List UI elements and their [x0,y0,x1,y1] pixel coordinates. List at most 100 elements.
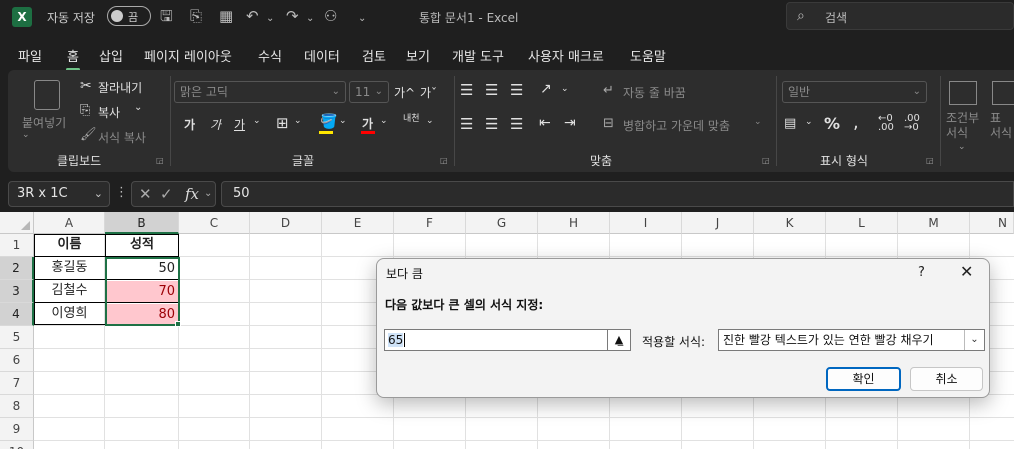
column-header[interactable]: C [179,212,250,234]
format-as-table-icon[interactable] [992,81,1014,105]
column-header[interactable]: N [970,212,1014,234]
align-bottom-icon[interactable]: ☰ [510,81,523,99]
font-size-dropdown[interactable]: 11 ⌄ [349,81,389,103]
cell-b1[interactable]: 성적 [105,234,179,257]
table-icon[interactable]: ▦ [219,7,233,25]
font-name-dropdown[interactable]: 맑은 고딕 ⌄ [174,81,346,103]
cancel-entry-icon[interactable]: ✕ [139,182,152,206]
fill-color-icon[interactable]: 🪣 [320,114,337,130]
row-header[interactable]: 5 [0,326,34,349]
cell-a2[interactable]: 홍길동 [34,257,105,280]
tab-view[interactable]: 보기 [406,46,430,65]
undo-dropdown-icon[interactable]: ⌄ [266,10,274,28]
cell-b2[interactable]: 50 [106,258,179,280]
more-options-icon[interactable]: ⋮ [115,185,128,200]
insert-function-icon[interactable]: fx [185,182,199,206]
accounting-dropdown-icon[interactable]: ⌄ [805,117,813,127]
redo-dropdown-icon[interactable]: ⌄ [306,10,314,28]
decrease-indent-icon[interactable]: ⇤ [539,115,551,131]
threshold-value-input[interactable]: 65 [384,329,631,351]
share-icon[interactable]: ⚇ [324,7,337,25]
borders-icon[interactable]: ⊞ [276,114,289,132]
phonetic-button[interactable]: 내천 [403,115,423,124]
column-header[interactable]: B [105,212,179,234]
cut-icon[interactable]: ✂ [80,78,92,94]
borders-dropdown-icon[interactable]: ⌄ [294,116,302,126]
customize-qat-icon[interactable]: ⌄ [358,10,366,28]
function-dropdown-icon[interactable]: ⌄ [204,182,212,206]
fill-handle[interactable] [175,321,181,327]
column-header[interactable]: K [754,212,826,234]
cell-a4[interactable]: 이영희 [34,303,105,326]
orientation-dropdown-icon[interactable]: ⌄ [561,84,569,94]
row-header[interactable]: 3 [0,280,34,303]
conditional-format-dropdown-icon[interactable]: ⌄ [958,142,966,152]
range-collapse-icon[interactable]: ▲̲ [607,329,631,351]
column-header[interactable]: A [34,212,105,234]
wrap-text-button[interactable]: 자동 줄 바꿈 [623,84,686,101]
row-header[interactable]: 10 [0,441,34,449]
underline-button[interactable]: 가 [234,116,245,133]
clipboard-launcher-icon[interactable]: ◲ [156,156,164,165]
fill-dropdown-icon[interactable]: ⌄ [339,116,347,126]
tab-home[interactable]: 홈 [66,46,80,71]
align-right-icon[interactable]: ☰ [510,115,523,133]
undo-icon[interactable]: ↶ [246,7,259,25]
conditional-format-icon[interactable] [949,81,977,105]
format-painter-button[interactable]: 서식 복사 [98,129,146,146]
copy-dropdown-icon[interactable]: ⌄ [134,102,142,113]
increase-decimal-icon[interactable]: ←0 .00 [878,114,898,133]
font-color-button[interactable]: 가 [362,115,373,132]
align-top-icon[interactable]: ☰ [460,81,473,99]
paste-icon[interactable] [34,80,60,110]
row-header[interactable]: 8 [0,395,34,418]
align-middle-icon[interactable]: ☰ [485,81,498,99]
format-painter-icon[interactable]: 🖌 [80,127,97,142]
paste-dropdown-icon[interactable]: ⌄ [22,130,30,140]
cancel-button[interactable]: 취소 [910,367,983,391]
comma-style-icon[interactable]: , [853,112,859,133]
merge-center-button[interactable]: 병합하고 가운데 맞춤 [623,117,730,134]
tab-review[interactable]: 검토 [362,46,386,65]
cell-b4[interactable]: 80 [106,304,179,326]
ok-button[interactable]: 확인 [826,367,901,391]
number-format-dropdown[interactable]: 일반 ⌄ [782,81,927,103]
tab-data[interactable]: 데이터 [304,46,340,65]
column-header[interactable]: I [610,212,682,234]
formula-input[interactable]: 50 [221,181,1014,207]
close-icon[interactable]: ✕ [960,262,973,281]
select-all-button[interactable] [0,212,34,234]
copy-icon[interactable]: ⎘ [80,103,90,118]
column-header[interactable]: H [538,212,610,234]
search-box[interactable]: ⌕ 검색 [786,2,1014,30]
tab-page-layout[interactable]: 페이지 레이아웃 [144,46,232,65]
merge-dropdown-icon[interactable]: ⌄ [754,117,762,127]
column-header[interactable]: E [322,212,394,234]
merge-center-icon[interactable]: ⊟ [603,116,614,131]
row-header[interactable]: 4 [0,303,34,326]
row-header[interactable]: 9 [0,418,34,441]
row-header[interactable]: 2 [0,257,34,280]
tab-help[interactable]: 도움말 [630,46,666,65]
phonetic-dropdown-icon[interactable]: ⌄ [426,116,434,126]
align-center-icon[interactable]: ☰ [485,115,498,133]
cell-b3[interactable]: 70 [106,281,179,303]
cell-a3[interactable]: 김철수 [34,280,105,303]
paste-button[interactable]: 붙여넣기 [22,114,66,131]
increase-indent-icon[interactable]: ⇥ [564,115,576,131]
wrap-text-icon[interactable]: ↵ [603,83,614,98]
format-as-table-button[interactable]: 표 서식 [990,111,1014,141]
tab-file[interactable]: 파일 [18,46,42,65]
orientation-icon[interactable]: ↗ [540,81,552,97]
accounting-format-icon[interactable]: ▤ [784,116,796,131]
format-select[interactable]: 진한 빨강 텍스트가 있는 연한 빨강 채우기 ⌄ [718,329,985,351]
font-launcher-icon[interactable]: ◲ [440,156,448,165]
grow-font-button[interactable]: 가^ [394,84,415,101]
decrease-decimal-icon[interactable]: .00 →0 [904,114,924,133]
font-color-dropdown-icon[interactable]: ⌄ [380,116,388,126]
redo-icon[interactable]: ↷ [286,7,299,25]
align-left-icon[interactable]: ☰ [460,115,473,133]
column-header[interactable]: J [682,212,754,234]
help-button[interactable]: ? [918,265,925,280]
shrink-font-button[interactable]: 가ˇ [420,84,437,101]
